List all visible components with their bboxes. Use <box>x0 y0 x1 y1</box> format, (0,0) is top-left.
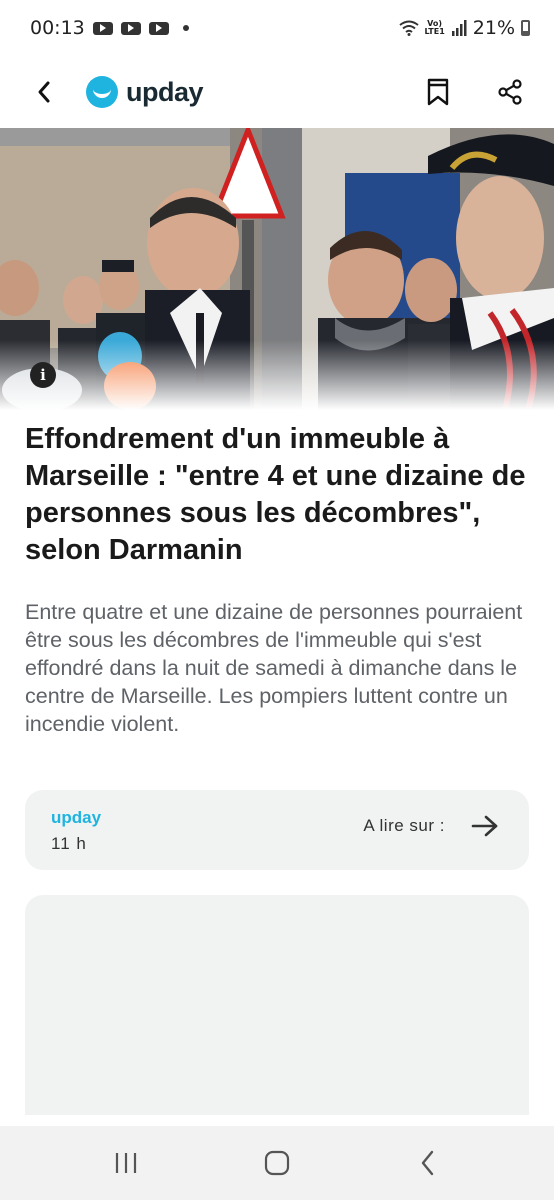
arrow-right-icon <box>471 815 498 837</box>
wifi-icon <box>398 20 419 36</box>
battery-percent: 21% <box>472 17 515 39</box>
header-actions <box>416 70 532 114</box>
home-button[interactable] <box>247 1133 307 1193</box>
youtube-notification-icon <box>148 21 169 35</box>
upday-logo-icon <box>86 76 118 108</box>
info-icon[interactable]: i <box>30 362 56 388</box>
lte-indicator: Vo) LTE1 <box>425 20 445 36</box>
bookmark-button[interactable] <box>416 70 460 114</box>
back-icon <box>422 1150 434 1176</box>
share-icon <box>498 79 522 105</box>
hero-gradient-overlay <box>0 340 554 410</box>
share-button[interactable] <box>488 70 532 114</box>
article-title: Effondrement d'un immeuble à Marseille :… <box>25 423 526 566</box>
app-header: upday <box>0 56 554 128</box>
home-icon <box>264 1150 290 1176</box>
more-notifications-icon <box>182 25 189 31</box>
status-left: 00:13 <box>30 17 189 39</box>
status-time: 00:13 <box>30 17 85 39</box>
lte-label: LTE1 <box>424 27 445 36</box>
logo-text: upday <box>126 76 204 107</box>
chevron-left-icon <box>38 81 50 103</box>
status-right: Vo) LTE1 21% <box>398 17 530 39</box>
signal-icon <box>451 20 467 36</box>
system-nav-bar <box>0 1126 554 1200</box>
nav-back-button[interactable] <box>398 1133 458 1193</box>
back-button[interactable] <box>22 70 66 114</box>
battery-icon <box>521 20 530 36</box>
status-bar: 00:13 Vo) LTE1 21% <box>0 0 554 56</box>
upday-logo: upday <box>86 76 204 108</box>
article-summary: Entre quatre et une dizaine de personnes… <box>25 600 523 736</box>
article-hero-image[interactable]: i <box>0 128 554 410</box>
content-placeholder-card <box>25 895 529 1115</box>
recents-icon <box>115 1153 136 1173</box>
read-on-link[interactable]: A lire sur : <box>363 814 499 838</box>
source-card[interactable]: upday 11 h A lire sur : <box>25 790 529 870</box>
bookmark-icon <box>427 78 449 106</box>
read-on-label: A lire sur : <box>363 816 445 835</box>
recents-button[interactable] <box>96 1133 156 1193</box>
youtube-notification-icon <box>92 21 113 35</box>
youtube-notification-icon <box>120 21 141 35</box>
